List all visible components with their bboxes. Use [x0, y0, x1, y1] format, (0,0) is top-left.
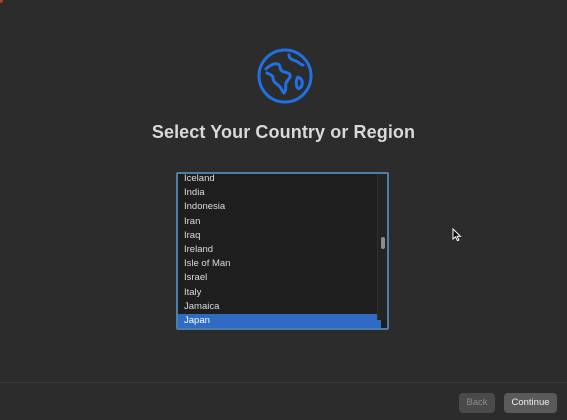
country-list[interactable]: Iceland India Indonesia Iran Iraq Ireland Isle… [176, 172, 389, 330]
list-item[interactable]: Ireland [178, 243, 381, 257]
list-item[interactable]: Iceland [178, 174, 381, 186]
mouse-cursor-icon [452, 228, 462, 242]
back-button[interactable]: Back [459, 393, 495, 413]
list-item[interactable]: Iran [178, 215, 381, 229]
window-corner [0, 0, 3, 3]
footer-divider [0, 382, 567, 383]
list-item-selected[interactable]: Japan [178, 313, 381, 328]
list-item[interactable]: Jamaica [178, 300, 381, 314]
setup-window: Select Your Country or Region Iceland Ind… [0, 0, 567, 420]
list-item[interactable]: Italy [178, 286, 381, 300]
list-item[interactable]: India [178, 186, 381, 200]
list-item[interactable]: Indonesia [178, 200, 381, 214]
page-title: Select Your Country or Region [151, 122, 416, 142]
list-item[interactable]: Israel [178, 271, 381, 285]
country-list-items[interactable]: Iceland India Indonesia Iran Iraq Ireland Isle… [178, 174, 381, 328]
scrollbar-thumb[interactable] [381, 237, 385, 249]
scrollbar-track[interactable] [377, 174, 387, 320]
list-item[interactable]: Iraq [178, 229, 381, 243]
globe-icon [257, 48, 313, 104]
continue-button[interactable]: Continue [504, 393, 557, 413]
list-item[interactable]: Isle of Man [178, 257, 381, 271]
